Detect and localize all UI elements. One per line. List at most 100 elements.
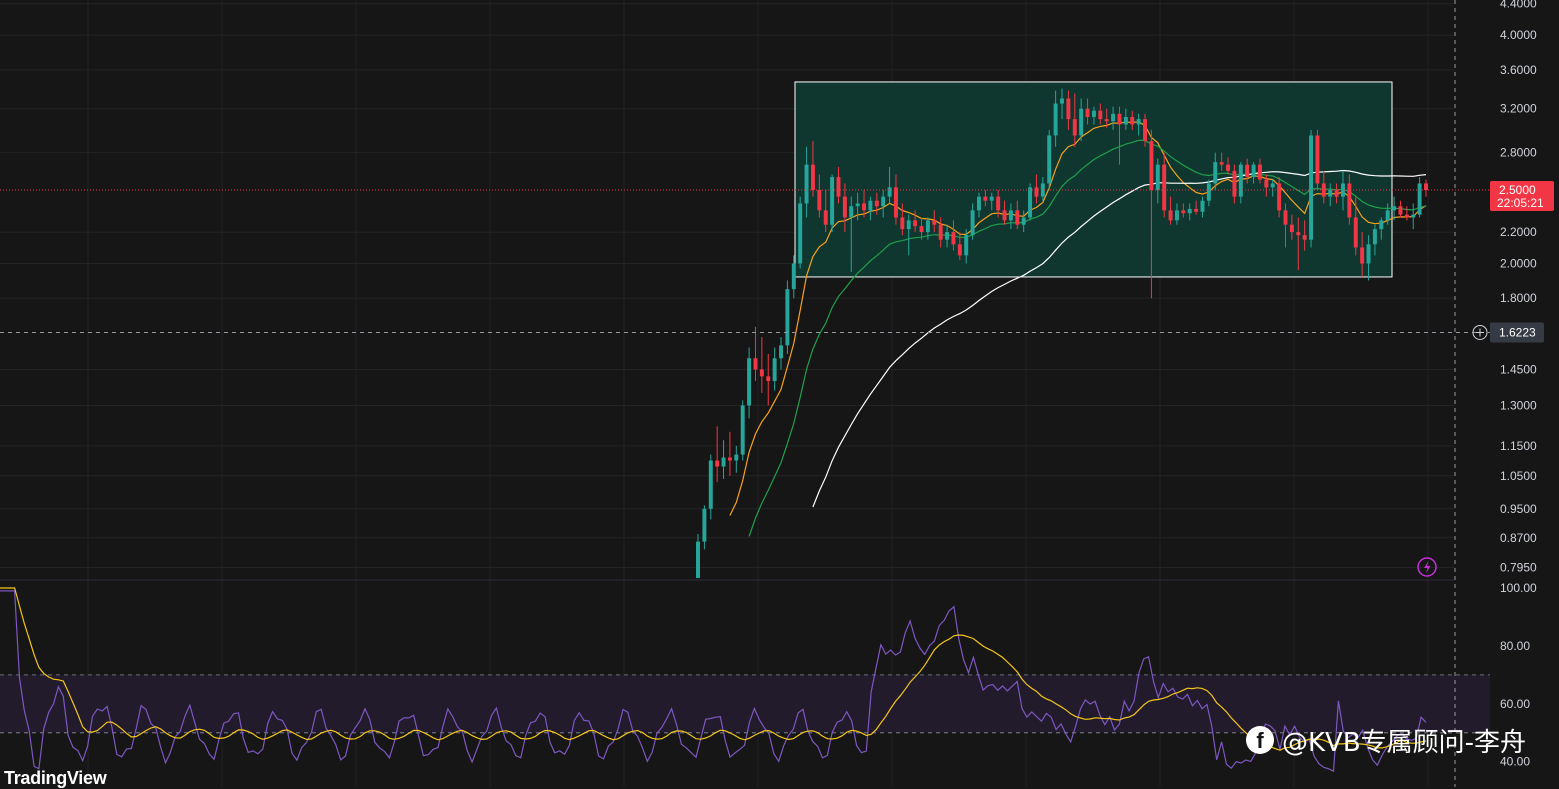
- candle-body: [1015, 210, 1020, 225]
- candle-body: [1079, 108, 1084, 136]
- candle-body: [766, 376, 771, 382]
- candle-body: [830, 177, 835, 225]
- candle-body: [747, 358, 752, 406]
- candle-body: [715, 460, 720, 467]
- price-tick-label: 4.0000: [1500, 28, 1537, 42]
- candle-body: [964, 235, 969, 256]
- candle-body: [1238, 164, 1243, 197]
- price-tick-label: 3.6000: [1500, 63, 1537, 77]
- candle-body: [1008, 210, 1013, 221]
- candle-body: [785, 289, 790, 346]
- candle-body: [1034, 187, 1039, 197]
- watermark: f @KVB专属顾问-李舟: [1246, 720, 1526, 760]
- candle-body: [1111, 113, 1116, 122]
- candle-body: [696, 541, 700, 578]
- candle-body: [1226, 164, 1231, 171]
- candle-body: [842, 196, 847, 218]
- candle-body: [740, 405, 745, 455]
- candle-body: [1315, 135, 1320, 184]
- candle-body: [1143, 119, 1147, 142]
- price-tick-label: 0.8700: [1500, 531, 1537, 545]
- trading-chart[interactable]: 4.4000 4.0000 3.6000 3.2000 2.8000 2.2000 2.00…: [0, 0, 1559, 787]
- candle-body: [1334, 189, 1339, 197]
- candle-body: [1162, 164, 1167, 211]
- price-tick-label: 2.2000: [1500, 225, 1537, 239]
- candle-body: [1117, 113, 1122, 125]
- candle-body: [868, 200, 873, 211]
- candle-body: [1289, 224, 1294, 233]
- rsi-tick-label: 100.00: [1500, 581, 1537, 595]
- candle-body: [1136, 119, 1141, 125]
- candle-body: [1155, 164, 1160, 190]
- price-tick-label: 1.0500: [1500, 469, 1537, 483]
- candle-body: [810, 164, 815, 190]
- candle-body: [1123, 116, 1128, 125]
- candle-body: [906, 220, 911, 230]
- candle-body: [791, 263, 796, 290]
- candle-body: [1379, 220, 1384, 230]
- candle-body: [855, 203, 860, 207]
- candle-body: [721, 457, 726, 467]
- candle-body: [836, 177, 841, 197]
- candle-body: [1053, 103, 1058, 136]
- candle-body: [1047, 135, 1052, 184]
- candle-body: [1072, 119, 1077, 136]
- candle-body: [862, 203, 867, 211]
- candle-body: [772, 358, 777, 382]
- price-tick-label: 1.4500: [1500, 362, 1537, 376]
- current-price-label: 2.5000: [1499, 183, 1536, 197]
- candle-body: [1181, 210, 1186, 214]
- candle-body: [702, 508, 707, 542]
- price-tick-label: 1.3000: [1500, 398, 1537, 412]
- candle-body: [1085, 108, 1090, 117]
- candle-body: [1347, 183, 1352, 218]
- candle-body: [1149, 141, 1154, 190]
- candle-body: [1385, 210, 1390, 221]
- candle-body: [1270, 183, 1275, 188]
- candle-body: [957, 244, 962, 256]
- price-tick-label: 3.2000: [1500, 102, 1537, 116]
- candle-body: [913, 220, 918, 227]
- candle-body: [823, 210, 828, 225]
- price-tick-label: 1.8000: [1500, 291, 1537, 305]
- candle-body: [1392, 206, 1397, 211]
- candle-body: [983, 196, 988, 201]
- candle-body: [1257, 164, 1262, 180]
- tradingview-logo: TradingView: [4, 768, 107, 788]
- candle-body: [753, 358, 758, 370]
- candle-body: [887, 187, 892, 197]
- facebook-icon: f: [1246, 726, 1274, 754]
- candle-body: [1372, 229, 1377, 245]
- candle-body: [1021, 217, 1026, 225]
- candle-body: [1213, 162, 1218, 184]
- candle-body: [708, 460, 713, 509]
- price-tick-label: 2.8000: [1500, 146, 1537, 160]
- candle-body: [945, 232, 950, 240]
- candle-body: [1028, 187, 1033, 218]
- candle-body: [849, 206, 854, 218]
- candle-body: [817, 189, 822, 211]
- candle-body: [970, 210, 975, 236]
- candle-body: [1398, 206, 1403, 215]
- candle-body: [925, 220, 930, 233]
- candle-body: [900, 217, 905, 230]
- candle-body: [779, 345, 783, 359]
- candle-body: [996, 196, 1001, 211]
- candle-body: [1360, 247, 1365, 264]
- candle-body: [1174, 210, 1179, 221]
- candle-body: [1264, 179, 1269, 188]
- candle-body: [1309, 135, 1314, 240]
- price-tick-label: 0.9500: [1500, 502, 1537, 516]
- candle-body: [1194, 208, 1199, 212]
- candle-body: [1411, 214, 1416, 218]
- watermark-text: @KVB专属顾问-李舟: [1282, 727, 1527, 758]
- candle-body: [1219, 162, 1224, 165]
- candle-body: [727, 457, 732, 461]
- candle-body: [1245, 164, 1250, 178]
- candle-body: [1130, 116, 1135, 125]
- candle-body: [1060, 98, 1064, 104]
- candle-body: [1283, 210, 1288, 225]
- candle-body: [977, 196, 981, 211]
- candle-body: [1187, 208, 1192, 214]
- countdown-label: 22:05:21: [1497, 196, 1544, 210]
